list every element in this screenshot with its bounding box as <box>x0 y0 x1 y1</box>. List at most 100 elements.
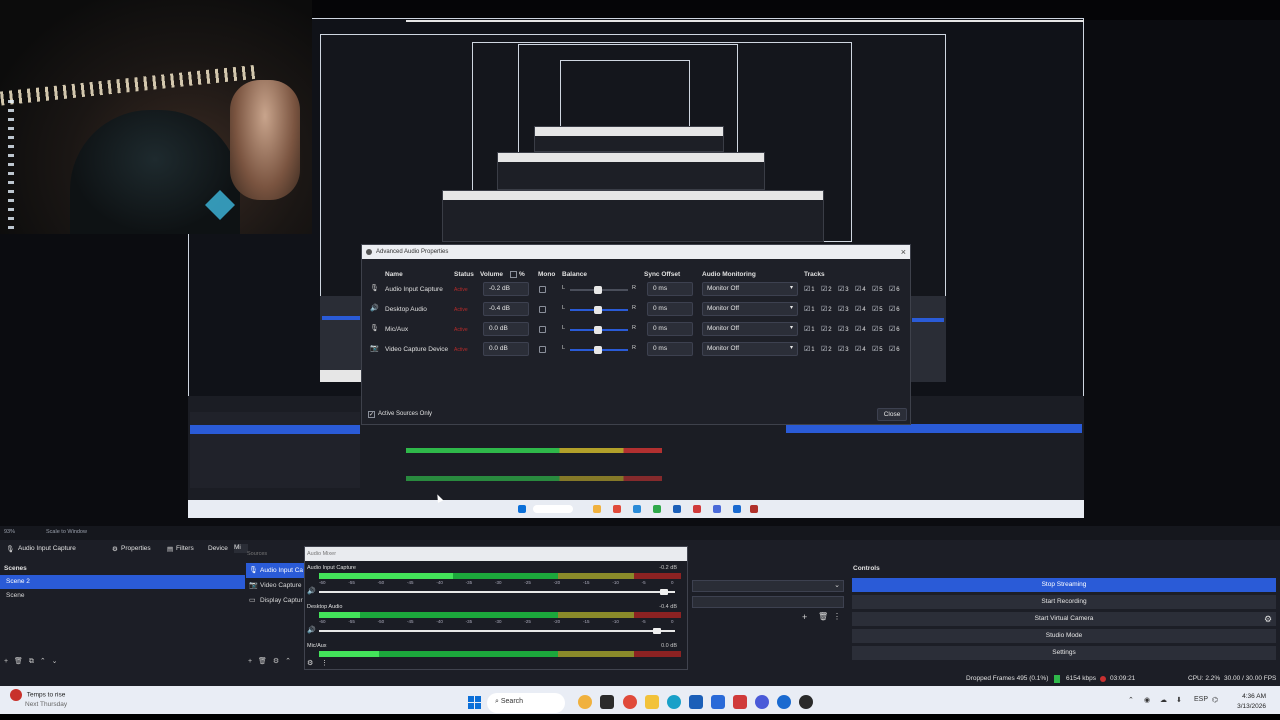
sync-offset-field[interactable]: 0 ms <box>647 282 693 296</box>
more-options-icon[interactable]: ⋮ <box>833 612 841 621</box>
filters-button[interactable]: Filters <box>176 545 194 552</box>
track-checkbox[interactable]: 5 <box>872 305 889 313</box>
sync-offset-field[interactable]: 0 ms <box>647 322 693 336</box>
track-checkbox[interactable]: 6 <box>889 305 906 313</box>
taskbar-search[interactable]: ⌕ Search <box>487 693 565 713</box>
track-checkbox[interactable]: 5 <box>872 285 889 293</box>
mono-checkbox[interactable] <box>539 286 546 293</box>
weather-widget[interactable]: Temps to rise Next Thursday <box>10 689 67 708</box>
mono-checkbox[interactable] <box>539 306 546 313</box>
track-checkbox[interactable]: 1 <box>804 345 821 353</box>
control-button[interactable]: Settings <box>852 646 1276 660</box>
track-checkbox[interactable]: 6 <box>889 345 906 353</box>
add-icon[interactable]: + <box>802 612 807 622</box>
track-checkbox[interactable]: 4 <box>855 325 872 333</box>
balance-knob[interactable] <box>594 346 602 354</box>
gear-icon[interactable]: ⚙ <box>112 545 118 553</box>
close-icon[interactable]: × <box>901 245 906 259</box>
vscode-icon[interactable] <box>711 695 725 709</box>
youtube-icon[interactable] <box>733 695 747 709</box>
volume-slider[interactable] <box>319 630 675 632</box>
file-explorer-icon[interactable] <box>645 695 659 709</box>
volume-field[interactable]: -0.2 dB <box>483 282 529 296</box>
balance-slider[interactable]: LR <box>562 345 636 355</box>
facebook-icon[interactable] <box>777 695 791 709</box>
scene-item[interactable]: Scene 2 <box>0 575 245 589</box>
chevron-down-icon[interactable]: ⌄ <box>52 658 58 665</box>
percent-checkbox[interactable] <box>510 271 517 278</box>
sync-offset-field[interactable]: 0 ms <box>647 302 693 316</box>
track-checkbox[interactable]: 1 <box>804 325 821 333</box>
track-checkbox[interactable]: 6 <box>889 285 906 293</box>
monitoring-select[interactable]: Monitor Off ▾ <box>702 322 798 336</box>
scene-item[interactable]: Scene <box>0 589 245 603</box>
track-checkbox[interactable]: 5 <box>872 345 889 353</box>
speaker-icon[interactable]: 🔊 <box>307 587 316 595</box>
clock[interactable]: 4:36 AM 3/13/2026 <box>1222 692 1266 712</box>
track-checkbox[interactable]: 3 <box>838 305 855 313</box>
chevron-up-icon[interactable]: ⌃ <box>40 658 46 665</box>
volume-slider-knob[interactable] <box>653 628 662 634</box>
track-checkbox[interactable]: 2 <box>821 285 838 293</box>
close-button[interactable]: Close <box>877 408 907 421</box>
add-icon[interactable]: + <box>248 658 252 665</box>
device-select[interactable]: Mi <box>234 544 248 553</box>
monitoring-select[interactable]: Monitor Off ▾ <box>702 282 798 296</box>
chrome-icon[interactable] <box>623 695 637 709</box>
balance-knob[interactable] <box>594 306 602 314</box>
volume-slider-knob[interactable] <box>660 589 669 595</box>
language-indicator[interactable]: ESP <box>1194 696 1208 703</box>
app-icon[interactable] <box>755 695 769 709</box>
chevron-up-icon[interactable]: ⌃ <box>285 658 291 665</box>
source-item[interactable]: 🎙 Audio Input Ca <box>246 563 304 578</box>
control-button[interactable]: Start Virtual Camera <box>852 612 1276 626</box>
tab-audio-mixer[interactable]: Audio Mixer <box>307 551 336 557</box>
volume-field[interactable]: 0.0 dB <box>483 322 529 336</box>
tray-app-icon[interactable]: ◉ <box>1144 696 1150 704</box>
duration-field[interactable] <box>692 596 844 608</box>
task-view-icon[interactable] <box>600 695 614 709</box>
sync-offset-field[interactable]: 0 ms <box>647 342 693 356</box>
source-item[interactable]: 📷 Video Capture <box>246 578 304 593</box>
balance-knob[interactable] <box>594 326 602 334</box>
track-checkbox[interactable]: 5 <box>872 325 889 333</box>
balance-knob[interactable] <box>594 286 602 294</box>
properties-button[interactable]: Properties <box>121 545 151 552</box>
transition-select[interactable]: ⌄ <box>692 580 844 592</box>
track-checkbox[interactable]: 3 <box>838 325 855 333</box>
volume-slider[interactable] <box>319 591 675 593</box>
config-icon[interactable]: ⧉ <box>29 658 34 665</box>
scale-to-window[interactable]: Scale to Window <box>46 529 87 535</box>
obs-icon[interactable] <box>799 695 813 709</box>
tray-app-icon[interactable]: ☁ <box>1160 696 1167 704</box>
monitoring-select[interactable]: Monitor Off ▾ <box>702 342 798 356</box>
volume-field[interactable]: 0.0 dB <box>483 342 529 356</box>
edge-icon[interactable] <box>667 695 681 709</box>
balance-slider[interactable]: LR <box>562 325 636 335</box>
tray-app-icon[interactable]: ⬇ <box>1176 696 1182 704</box>
track-checkbox[interactable]: 1 <box>804 305 821 313</box>
windows-start-icon[interactable] <box>468 696 481 709</box>
chevron-up-icon[interactable]: ⌃ <box>1128 696 1134 704</box>
active-sources-only[interactable]: ✓ Active Sources Only <box>368 411 432 418</box>
track-checkbox[interactable]: 6 <box>889 325 906 333</box>
trash-icon[interactable]: 🗑 <box>258 658 267 665</box>
gear-icon[interactable]: ⚙ <box>307 659 313 667</box>
trash-icon[interactable]: 🗑 <box>818 612 828 621</box>
gear-icon[interactable]: ⚙ <box>273 658 279 665</box>
track-checkbox[interactable]: 4 <box>855 305 872 313</box>
track-checkbox[interactable]: 2 <box>821 345 838 353</box>
filter-icon[interactable]: ▤ <box>167 545 173 553</box>
track-checkbox[interactable]: 4 <box>855 345 872 353</box>
outlook-icon[interactable] <box>689 695 703 709</box>
volume-field[interactable]: -0.4 dB <box>483 302 529 316</box>
trash-icon[interactable]: 🗑 <box>14 658 23 665</box>
track-checkbox[interactable]: 2 <box>821 305 838 313</box>
control-button[interactable]: Start Recording <box>852 595 1276 609</box>
tab-sources[interactable]: Sources <box>247 551 267 557</box>
add-icon[interactable]: + <box>4 658 8 665</box>
track-checkbox[interactable]: 3 <box>838 285 855 293</box>
monitoring-select[interactable]: Monitor Off ▾ <box>702 302 798 316</box>
control-button[interactable]: Stop Streaming <box>852 578 1276 592</box>
control-button[interactable]: Studio Mode <box>852 629 1276 643</box>
